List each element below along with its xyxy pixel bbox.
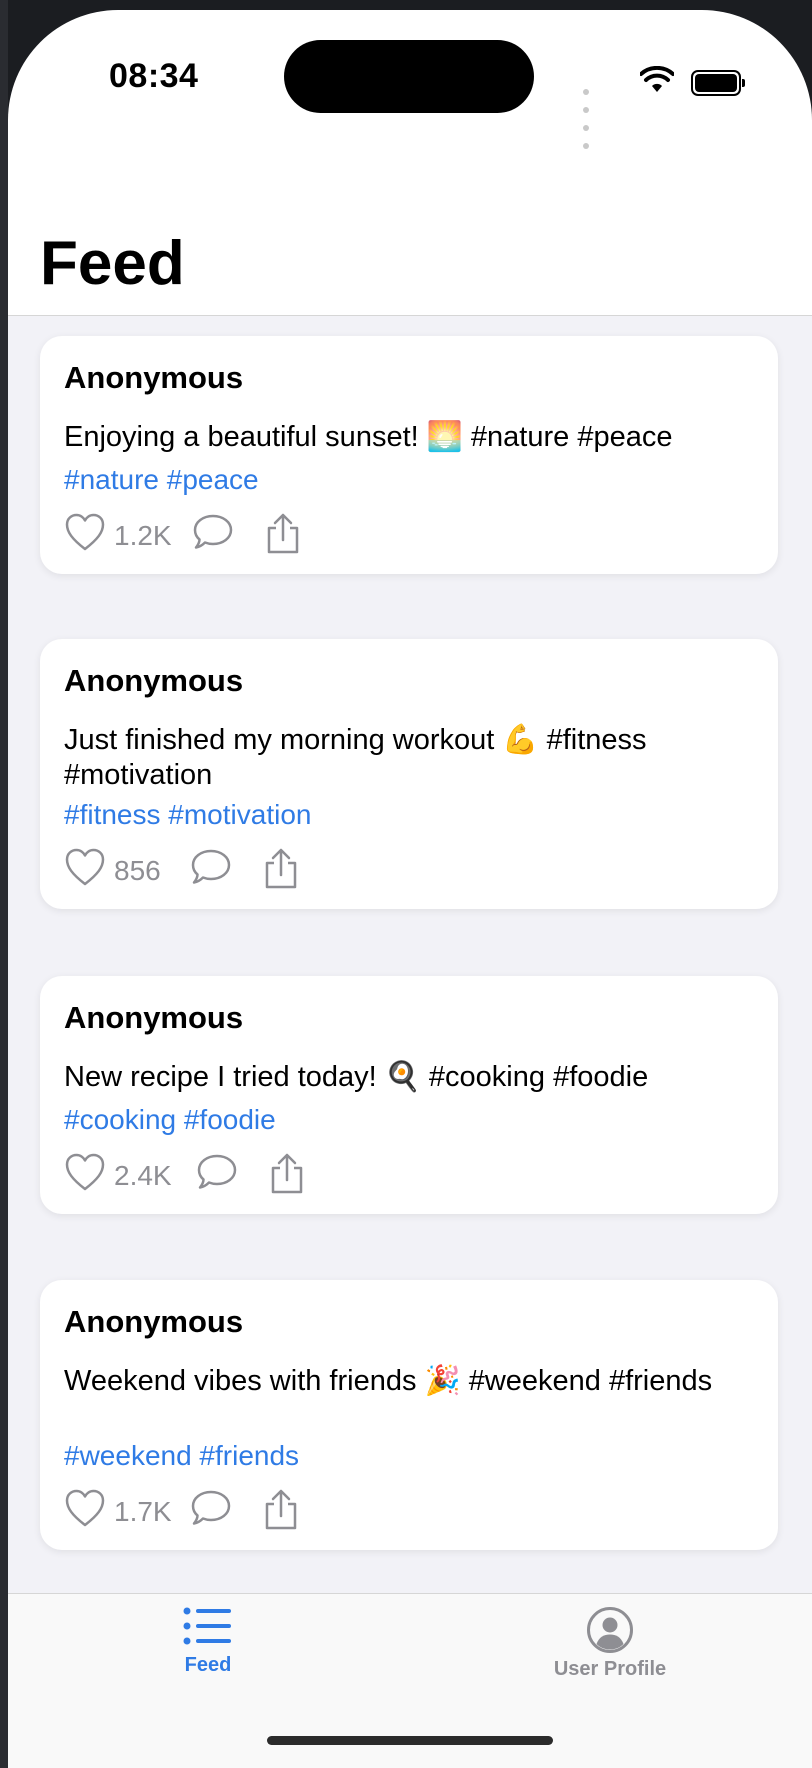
- post-text: Enjoying a beautiful sunset! 🌅 #nature #…: [64, 421, 673, 453]
- post-hashtags[interactable]: #weekend #friends: [64, 1440, 299, 1472]
- dynamic-island: [284, 40, 534, 113]
- heart-icon: [65, 1153, 105, 1191]
- post-author: Anonymous: [64, 360, 244, 395]
- like-button[interactable]: [64, 1488, 106, 1528]
- wifi-icon: [640, 66, 674, 92]
- heart-icon: [65, 1489, 105, 1527]
- signal-icon: [583, 82, 592, 154]
- share-button[interactable]: [260, 1488, 302, 1532]
- page-title: Feed: [40, 229, 185, 298]
- like-count: 2.4K: [114, 1160, 172, 1191]
- battery-icon: [691, 70, 745, 96]
- tab-label: User Profile: [553, 1658, 667, 1680]
- comment-button[interactable]: [196, 1152, 238, 1192]
- post-card[interactable]: Anonymous Weekend vibes with friends 🎉 #…: [40, 1280, 778, 1550]
- post-author: Anonymous: [64, 1000, 244, 1035]
- comment-icon: [191, 849, 231, 884]
- status-time: 08:34: [109, 57, 199, 95]
- share-button[interactable]: [262, 512, 304, 556]
- tab-user-profile[interactable]: User Profile: [510, 1606, 710, 1681]
- comment-button[interactable]: [190, 1488, 232, 1528]
- share-button[interactable]: [266, 1152, 308, 1196]
- post-card[interactable]: Anonymous New recipe I tried today! 🍳 #c…: [40, 976, 778, 1214]
- share-icon: [271, 1153, 303, 1194]
- post-text: New recipe I tried today! 🍳 #cooking #fo…: [64, 1061, 649, 1093]
- post-author: Anonymous: [64, 663, 244, 698]
- post-card[interactable]: Anonymous Just finished my morning worko…: [40, 639, 778, 909]
- comment-icon: [193, 514, 233, 549]
- like-button[interactable]: [64, 847, 106, 887]
- tab-feed[interactable]: Feed: [108, 1606, 308, 1677]
- comment-icon: [197, 1154, 237, 1189]
- phone-screen: 08:34 Feed Anonymous Enjoying a beautifu…: [8, 10, 812, 1768]
- post-text: Just finished my morning workout 💪 #fitn…: [64, 724, 647, 791]
- share-icon: [265, 848, 297, 889]
- share-button[interactable]: [260, 847, 302, 891]
- feed-list[interactable]: Anonymous Enjoying a beautiful sunset! 🌅…: [8, 316, 812, 1603]
- comment-icon: [191, 1490, 231, 1525]
- post-hashtags[interactable]: #nature #peace: [64, 464, 259, 496]
- post-hashtags[interactable]: #cooking #foodie: [64, 1104, 276, 1136]
- post-hashtags[interactable]: #fitness #motivation: [64, 799, 311, 831]
- like-button[interactable]: [64, 512, 106, 552]
- like-count: 856: [114, 855, 161, 886]
- share-icon: [265, 1489, 297, 1530]
- comment-button[interactable]: [192, 512, 234, 552]
- heart-icon: [65, 513, 105, 551]
- comment-button[interactable]: [190, 847, 232, 887]
- like-count: 1.7K: [114, 1496, 172, 1527]
- device-bezel: [0, 0, 8, 1768]
- share-icon: [267, 513, 299, 554]
- like-count: 1.2K: [114, 520, 172, 551]
- like-button[interactable]: [64, 1152, 106, 1192]
- post-card[interactable]: Anonymous Enjoying a beautiful sunset! 🌅…: [40, 336, 778, 574]
- post-author: Anonymous: [64, 1304, 244, 1339]
- post-text: Weekend vibes with friends 🎉 #weekend #f…: [64, 1365, 713, 1397]
- person-circle-icon: [587, 1607, 633, 1653]
- heart-icon: [65, 848, 105, 886]
- home-indicator: [267, 1736, 553, 1745]
- tab-label: Feed: [184, 1654, 232, 1676]
- list-icon: [183, 1607, 231, 1645]
